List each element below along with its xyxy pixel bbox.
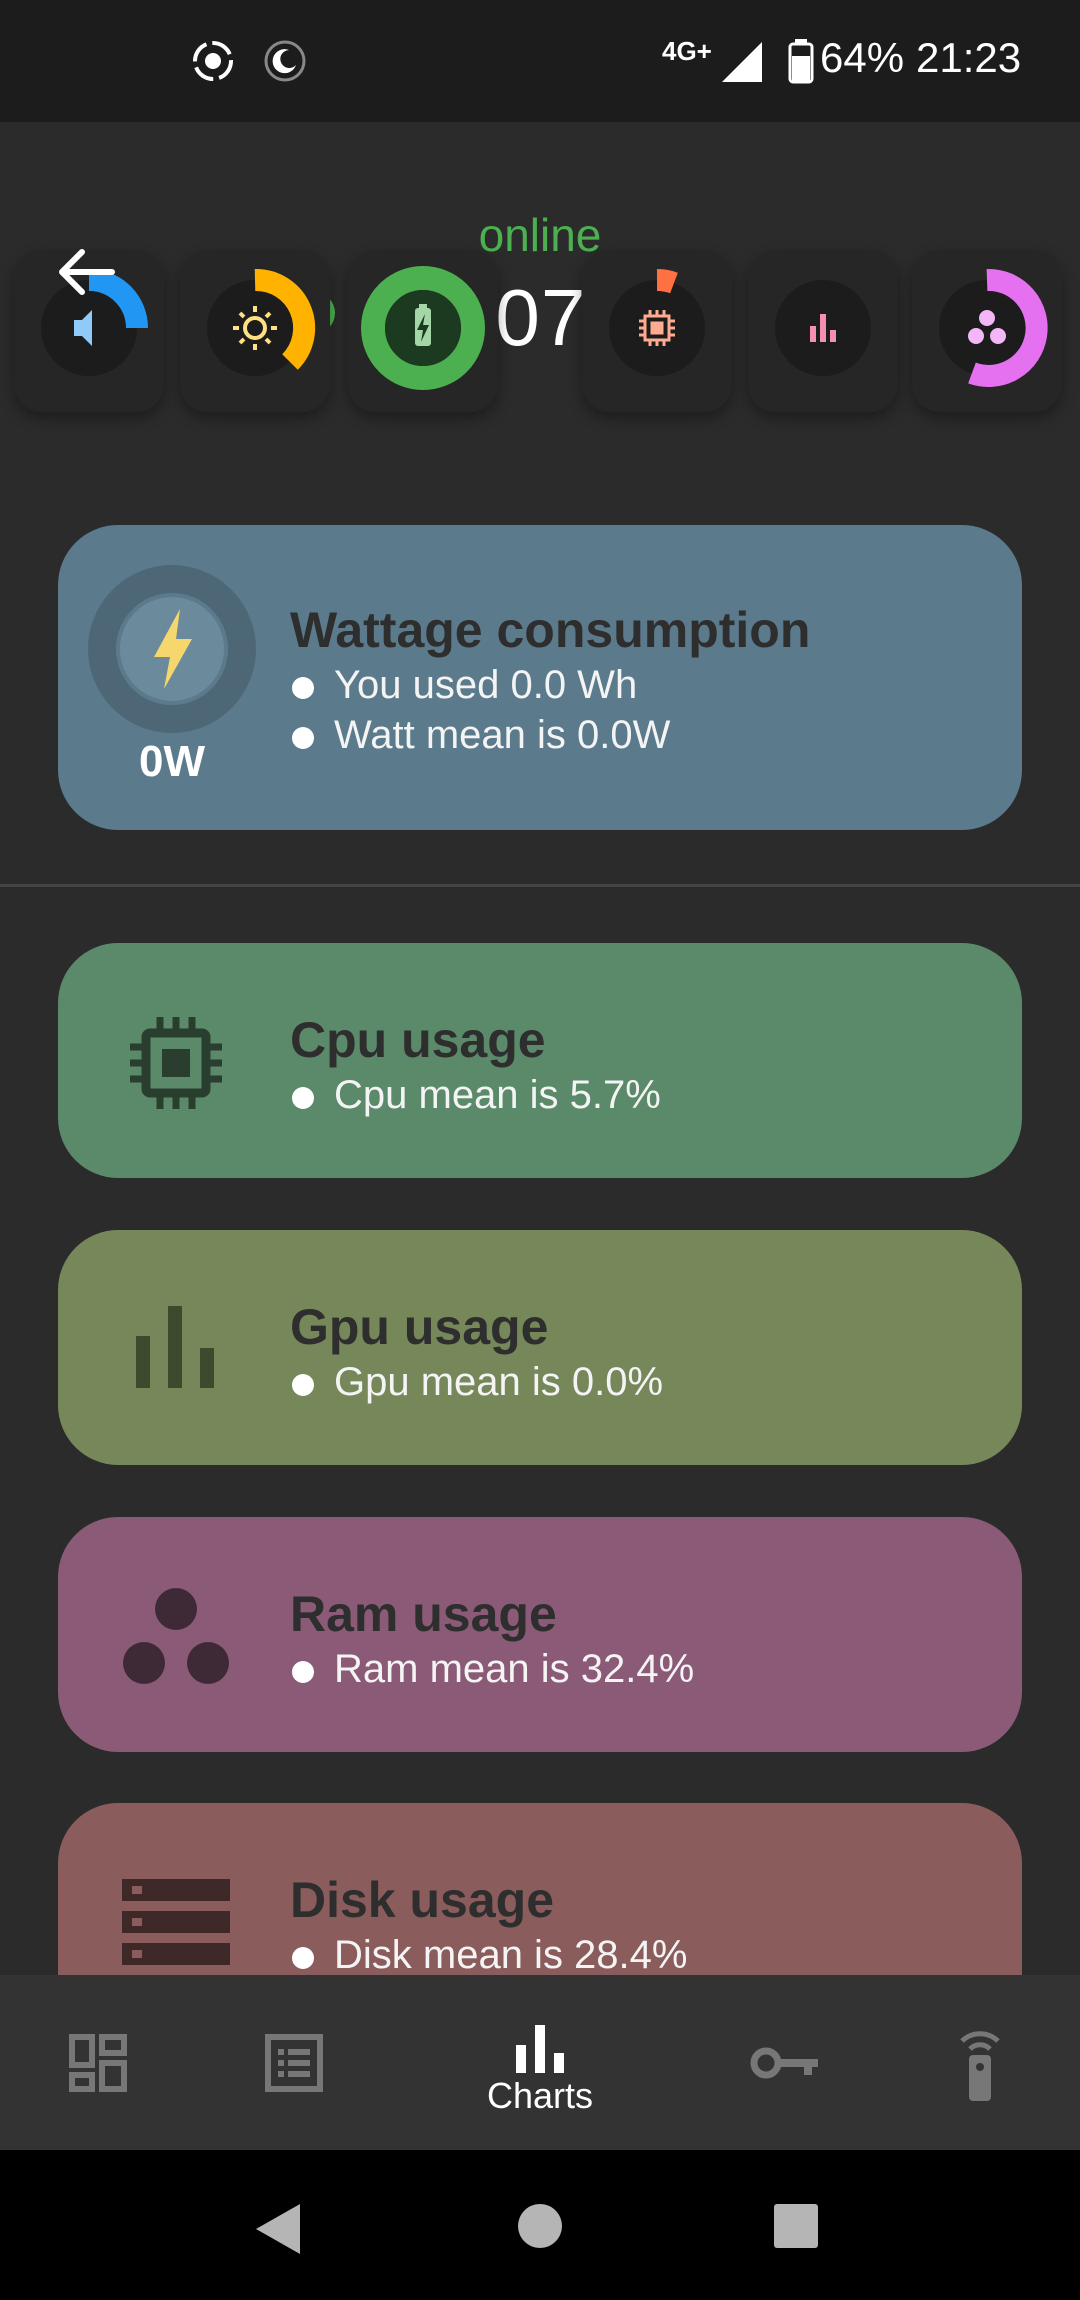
nav-remote[interactable] (904, 1975, 1064, 2150)
nav-charts[interactable]: Charts (460, 1975, 620, 2150)
battery-gauge[interactable] (348, 250, 498, 412)
nav-list[interactable] (216, 1975, 376, 2150)
clock: 21:23 (916, 34, 1022, 81)
dashboard-icon (69, 2034, 127, 2092)
ram-title: Ram usage (290, 1586, 557, 1642)
ram-gauge[interactable] (912, 250, 1062, 412)
ram-mean: Ram mean is 32.4% (290, 1647, 694, 1692)
network-type: 4G+ (662, 36, 712, 66)
battery-percent: 64% (820, 34, 905, 81)
back-icon[interactable] (254, 2202, 304, 2256)
wattage-gauge (88, 565, 256, 733)
cpu-title: Cpu usage (290, 1012, 546, 1068)
battery-icon (788, 39, 814, 84)
back-arrow-icon[interactable] (52, 242, 122, 302)
nav-charts-label: Charts (486, 2075, 594, 2116)
nav-dashboard[interactable] (20, 1975, 180, 2150)
gpu-title: Gpu usage (290, 1299, 549, 1355)
wattage-title: Wattage consumption (290, 602, 811, 658)
key-icon (750, 2047, 818, 2079)
wattage-used: You used 0.0 Wh (290, 663, 637, 708)
screen: { "status_bar": { "network": "4G+", "bat… (0, 0, 1080, 2300)
gpu-icon (136, 1306, 214, 1388)
disk-title: Disk usage (290, 1872, 555, 1928)
wattage-mean: Watt mean is 0.0W (290, 713, 670, 758)
gpu-gauge[interactable] (748, 250, 898, 412)
wattage-card[interactable]: 0W Wattage consumption You used 0.0 Wh W… (58, 525, 1022, 830)
cpu-icon (639, 310, 675, 346)
cpu-icon (130, 1017, 222, 1109)
cpu-card[interactable]: Cpu usage Cpu mean is 5.7% (58, 943, 1022, 1178)
divider (0, 884, 1080, 887)
brightness-gauge[interactable] (180, 250, 330, 412)
cpu-mean: Cpu mean is 5.7% (290, 1073, 661, 1118)
disk-mean: Disk mean is 28.4% (290, 1933, 687, 1978)
wattage-value: 0W (139, 737, 205, 786)
remote-icon (960, 2031, 1000, 2101)
gpu-mean: Gpu mean is 0.0% (290, 1360, 663, 1405)
disk-icon (122, 1879, 230, 1965)
battery-charging-icon (415, 304, 431, 346)
bottom-navigation: Charts (0, 1975, 1080, 2150)
do-not-disturb-icon (264, 40, 306, 82)
signal-icon (722, 42, 762, 82)
home-icon[interactable] (516, 2202, 564, 2250)
ram-card[interactable]: Ram usage Ram mean is 32.4% (58, 1517, 1022, 1752)
status-bar: 4G+ 64% 21:23 (0, 0, 1080, 122)
charts-icon (516, 2025, 564, 2073)
nav-keys[interactable] (706, 1975, 866, 2150)
gauge-row (0, 249, 1080, 420)
system-navigation (0, 2150, 1080, 2300)
screen-record-icon (193, 41, 233, 81)
gpu-card[interactable]: Gpu usage Gpu mean is 0.0% (58, 1230, 1022, 1465)
list-icon (265, 2034, 323, 2092)
ram-icon (123, 1588, 229, 1684)
cpu-gauge[interactable] (582, 250, 732, 412)
recents-icon[interactable] (772, 2202, 820, 2250)
